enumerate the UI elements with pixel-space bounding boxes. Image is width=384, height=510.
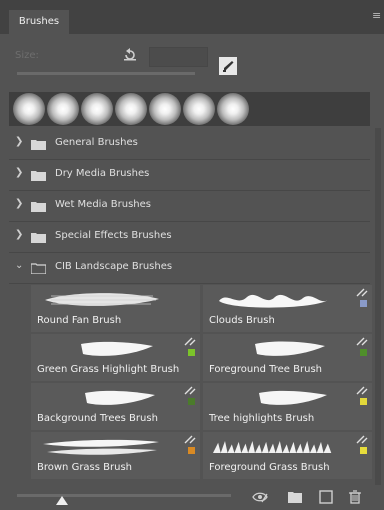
brush-name: Foreground Grass Brush [209,462,330,473]
brush-green-grass-highlight[interactable]: Green Grass Highlight Brush [31,334,200,381]
tool-color-swatch [360,349,367,356]
tool-color-swatch [360,398,367,405]
folder-icon [31,140,46,150]
folder-icon [31,202,46,212]
folder-icon [31,171,46,181]
panel-titlebar: Brushes ≡ [0,0,384,34]
slider-thumb[interactable] [56,496,68,505]
chevron-right-icon[interactable]: ❯ [15,168,23,178]
brush-preset-5[interactable] [149,93,181,125]
brush-stroke-thumbnail [255,341,325,356]
size-slider[interactable] [17,72,195,75]
brush-round-fan[interactable]: Round Fan Brush [31,285,200,332]
group-label: Wet Media Brushes [55,199,151,210]
brush-name: Foreground Tree Brush [209,364,322,375]
brush-preset-1[interactable] [13,93,45,125]
brush-preset-3[interactable] [81,93,113,125]
brush-stroke-thumbnail [259,390,327,405]
brush-tree-highlights[interactable]: Tree highlights Brush [203,383,372,430]
brush-settings-icon[interactable] [219,57,237,75]
tool-color-swatch [188,349,195,356]
brush-stroke-thumbnail [43,439,159,455]
group-label: General Brushes [55,137,138,148]
eye-icon[interactable] [252,490,268,504]
folder-icon [31,233,46,243]
group-label: Dry Media Brushes [55,168,150,179]
brush-clouds[interactable]: Clouds Brush [203,285,372,332]
recent-brush-presets [9,92,370,126]
brush-name: Round Fan Brush [37,315,122,326]
brush-foreground-tree[interactable]: Foreground Tree Brush [203,334,372,381]
reset-size-icon[interactable] [123,48,137,62]
chevron-right-icon[interactable]: ❯ [15,230,23,240]
brush-stroke-thumbnail [45,293,159,306]
scrollbar[interactable] [375,128,381,485]
group-cib-landscape-brushes[interactable]: ⌄ CIB Landscape Brushes [9,253,370,284]
new-brush-icon[interactable] [318,490,334,504]
brush-name: Green Grass Highlight Brush [37,364,180,375]
group-special-effects-brushes[interactable]: ❯ Special Effects Brushes [9,222,370,253]
brush-foreground-grass[interactable]: Foreground Grass Brush [203,432,372,479]
size-label: Size: [15,50,39,61]
brush-settings-badge-icon [356,288,368,297]
brush-stroke-thumbnail [213,441,332,453]
brush-name: Background Trees Brush [37,413,158,424]
brush-brown-grass[interactable]: Brown Grass Brush [31,432,200,479]
group-wet-media-brushes[interactable]: ❯ Wet Media Brushes [9,191,370,222]
tab-brushes[interactable]: Brushes [9,10,69,34]
brush-settings-badge-icon [184,435,196,444]
group-general-brushes[interactable]: ❯ General Brushes [9,129,370,160]
brush-preset-2[interactable] [47,93,79,125]
trash-icon[interactable] [347,490,363,504]
brush-name: Clouds Brush [209,315,275,326]
size-input[interactable] [149,47,208,67]
chevron-right-icon[interactable]: ❯ [15,199,23,209]
brush-preset-4[interactable] [115,93,147,125]
new-group-icon[interactable] [287,490,303,504]
hamburger-menu-icon[interactable]: ≡ [372,10,381,21]
tool-color-swatch [188,398,195,405]
chevron-right-icon[interactable]: ❯ [15,137,23,147]
brush-settings-badge-icon [356,435,368,444]
brush-settings-badge-icon [356,337,368,346]
brush-preset-6[interactable] [183,93,215,125]
brush-stroke-thumbnail [85,390,155,405]
thumbnail-size-slider[interactable] [17,494,231,497]
group-label: Special Effects Brushes [55,230,172,241]
brush-stroke-thumbnail [81,341,153,356]
brush-preset-7[interactable] [217,93,249,125]
tool-color-swatch [188,447,195,454]
brushes-panel: Brushes ≡ Size: ❯ General Brushes ❯ Dry … [0,0,384,510]
group-dry-media-brushes[interactable]: ❯ Dry Media Brushes [9,160,370,191]
brush-stroke-thumbnail [219,294,329,308]
brush-name: Brown Grass Brush [37,462,133,473]
tool-color-swatch [360,447,367,454]
tool-color-swatch [360,300,367,307]
folder-open-icon [31,263,46,274]
group-label: CIB Landscape Brushes [55,261,173,272]
brush-settings-badge-icon [356,386,368,395]
brush-settings-badge-icon [184,386,196,395]
brush-background-trees[interactable]: Background Trees Brush [31,383,200,430]
chevron-down-icon[interactable]: ⌄ [15,261,23,271]
brush-settings-badge-icon [184,337,196,346]
brush-name: Tree highlights Brush [209,413,315,424]
